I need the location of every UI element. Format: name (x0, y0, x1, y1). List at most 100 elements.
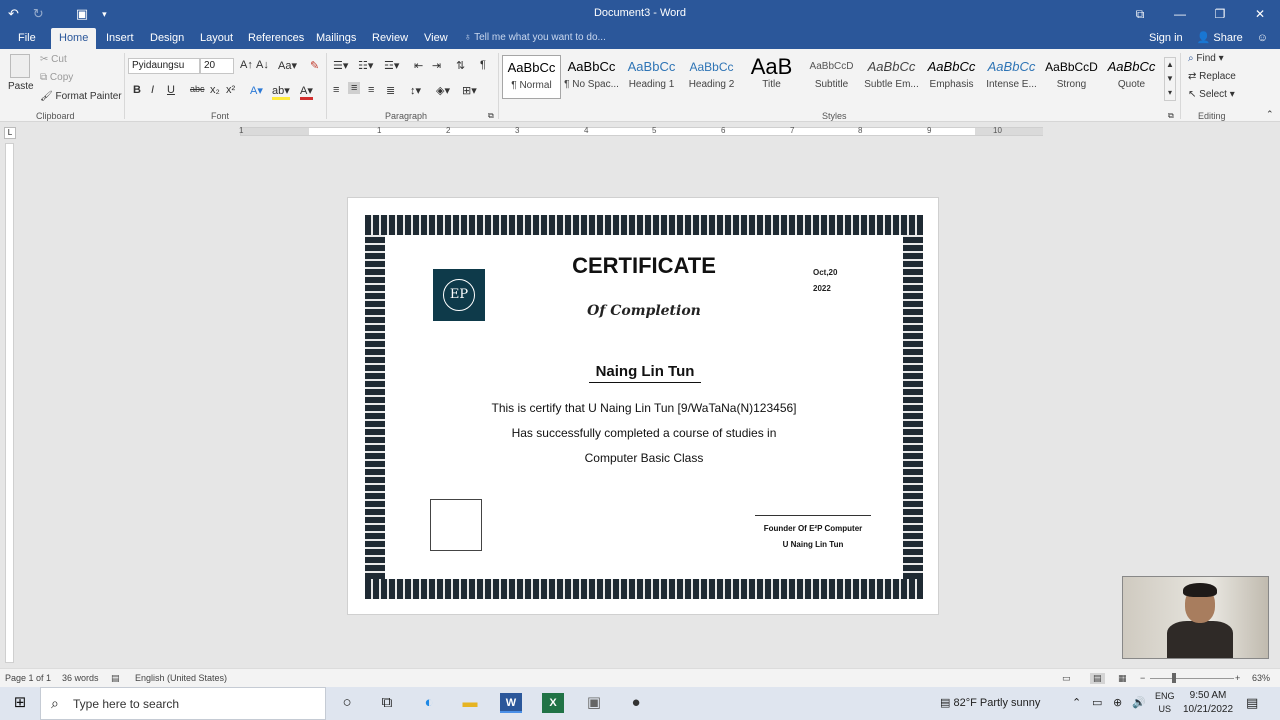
multilevel-list-icon[interactable]: ☲▾ (384, 59, 399, 72)
paragraph-dialog-launcher-icon[interactable]: ⧉ (488, 111, 494, 121)
bold-icon[interactable]: B (133, 84, 141, 96)
zoom-in-icon[interactable]: + (1235, 673, 1240, 683)
print-layout-icon[interactable]: ▤ (1090, 673, 1105, 684)
page-count[interactable]: Page 1 of 1 (5, 673, 51, 683)
certificate-body[interactable]: EP CERTIFICATE Of Completion Oct,20 2022… (385, 235, 903, 579)
sort-icon[interactable]: ⇅ (456, 59, 465, 72)
weather-widget[interactable]: ▤ 82°F Partly sunny (940, 696, 1040, 709)
proofing-icon[interactable]: ▤ (111, 673, 120, 684)
justify-icon[interactable]: ≣ (386, 84, 395, 97)
style-title[interactable]: AaB Title (742, 55, 801, 99)
italic-icon[interactable]: I (151, 84, 154, 96)
share-button[interactable]: 👤 Share (1197, 28, 1243, 48)
style-quote[interactable]: AaBbCc Quote (1102, 55, 1161, 99)
task-view-icon[interactable]: ⧉ (376, 693, 398, 713)
excel-taskbar-icon[interactable]: X (542, 693, 564, 713)
bullets-icon[interactable]: ☰▾ (333, 59, 348, 72)
line-spacing-icon[interactable]: ↕▾ (410, 84, 421, 97)
align-right-icon[interactable]: ≡ (368, 84, 374, 96)
horizontal-ruler[interactable]: 1 1 2 3 4 5 6 7 8 9 10 (239, 126, 1043, 136)
clock[interactable]: 9:50 AM 10/21/2022 (1183, 689, 1233, 717)
style-heading-1[interactable]: AaBbCc Heading 1 (622, 55, 681, 99)
font-size-box[interactable]: 20 (200, 58, 234, 74)
volume-icon[interactable]: 🔊 (1132, 696, 1146, 709)
align-left-icon[interactable]: ≡ (333, 84, 339, 96)
sign-in-link[interactable]: Sign in (1149, 28, 1183, 48)
document-page[interactable]: EP CERTIFICATE Of Completion Oct,20 2022… (347, 197, 939, 615)
paste-button[interactable]: Paste (8, 81, 34, 92)
style-normal[interactable]: AaBbCc ¶ Normal (502, 55, 561, 99)
web-layout-icon[interactable]: ▦ (1118, 673, 1127, 684)
zoom-out-icon[interactable]: − (1140, 673, 1145, 683)
decrease-indent-icon[interactable]: ⇤ (414, 59, 423, 72)
clear-formatting-icon[interactable]: ✎ (310, 59, 319, 72)
zoom-level[interactable]: 63% (1252, 673, 1270, 683)
style-strong[interactable]: AaBbCcD Strong (1042, 55, 1101, 99)
obs-icon[interactable]: ● (625, 693, 647, 713)
maximize-button[interactable]: ❐ (1200, 0, 1240, 28)
change-case-icon[interactable]: Aa▾ (278, 59, 297, 72)
tab-design[interactable]: Design (142, 28, 192, 49)
tab-selector[interactable]: L (4, 127, 16, 139)
grow-font-icon[interactable]: A↑ (240, 59, 253, 71)
word-count[interactable]: 36 words (62, 673, 99, 683)
align-center-icon[interactable]: ≡ (348, 82, 361, 94)
cortana-icon[interactable]: ○ (336, 693, 358, 713)
zoom-slider-thumb[interactable] (1172, 673, 1176, 683)
file-explorer-icon[interactable]: ▬ (459, 693, 481, 713)
vertical-ruler[interactable] (5, 143, 14, 663)
windows-start-icon[interactable]: ⊞ (9, 693, 31, 713)
network-icon[interactable]: ⊕ (1113, 696, 1122, 709)
replace-button[interactable]: ⇄ Replace (1188, 71, 1236, 82)
show-marks-icon[interactable]: ¶ (480, 59, 486, 71)
language-indicator[interactable]: English (United States) (135, 673, 227, 683)
ribbon-display-options-icon[interactable]: ⧉ (1120, 0, 1160, 28)
tab-insert[interactable]: Insert (98, 28, 142, 49)
close-button[interactable]: ✕ (1240, 0, 1280, 28)
tray-chevron-icon[interactable]: ⌃ (1072, 696, 1081, 709)
font-name-box[interactable]: Pyidaungsu (128, 58, 200, 74)
photo-box[interactable] (430, 499, 482, 551)
tab-review[interactable]: Review (364, 28, 416, 49)
zoom-slider[interactable] (1150, 678, 1234, 679)
feedback-smiley-icon[interactable]: ☺ (1257, 28, 1268, 48)
select-button[interactable]: ↖ Select ▾ (1188, 89, 1235, 100)
minimize-button[interactable]: — (1160, 0, 1200, 28)
superscript-icon[interactable]: x² (226, 84, 235, 96)
word-taskbar-icon[interactable]: W (500, 693, 522, 713)
style-heading-2[interactable]: AaBbCc Heading 2 (682, 55, 741, 99)
underline-icon[interactable]: U (167, 84, 175, 96)
style-subtitle[interactable]: AaBbCcD Subtitle (802, 55, 861, 99)
tell-me-search[interactable]: ♁ Tell me what you want to do... (464, 28, 606, 48)
increase-indent-icon[interactable]: ⇥ (432, 59, 441, 72)
strikethrough-icon[interactable]: abc (190, 84, 205, 94)
font-color-icon[interactable]: A▾ (300, 84, 313, 100)
cut-button[interactable]: ✂ Cut (40, 54, 67, 65)
collapse-ribbon-icon[interactable]: ⌃ (1266, 109, 1274, 120)
styles-dialog-launcher-icon[interactable]: ⧉ (1168, 111, 1174, 121)
taskbar-search[interactable]: ⌕ Type here to search (40, 687, 326, 720)
shrink-font-icon[interactable]: A↓ (256, 59, 269, 71)
tab-mailings[interactable]: Mailings (308, 28, 364, 49)
edge-icon[interactable]: ◐ (418, 693, 440, 713)
battery-icon[interactable]: ▭ (1092, 696, 1102, 709)
paste-icon[interactable] (10, 54, 30, 78)
numbering-icon[interactable]: ☷▾ (358, 59, 373, 72)
input-language[interactable]: ENG US (1155, 690, 1175, 716)
tab-references[interactable]: References (240, 28, 312, 49)
notifications-icon[interactable]: ▤ (1246, 695, 1258, 711)
read-mode-icon[interactable]: ▭ (1062, 673, 1071, 684)
tab-home[interactable]: Home (51, 28, 97, 49)
styles-scroll-icon[interactable]: ▲ ▼ ▾ (1164, 57, 1176, 101)
style-emphasis[interactable]: AaBbCc Emphasis (922, 55, 981, 99)
find-button[interactable]: ⌕ Find ▾ (1188, 53, 1224, 64)
style-intense-emphasis[interactable]: AaBbCc Intense E... (982, 55, 1041, 99)
shading-icon[interactable]: ◈▾ (436, 84, 450, 97)
format-painter-button[interactable]: 🖌 Format Painter (40, 91, 122, 102)
highlight-icon[interactable]: ab▾ (272, 84, 290, 100)
video-app-icon[interactable]: ▣ (583, 693, 605, 713)
tab-file[interactable]: File (10, 28, 44, 49)
style-subtle-emphasis[interactable]: AaBbCc Subtle Em... (862, 55, 921, 99)
tab-layout[interactable]: Layout (192, 28, 241, 49)
borders-icon[interactable]: ⊞▾ (462, 84, 477, 97)
